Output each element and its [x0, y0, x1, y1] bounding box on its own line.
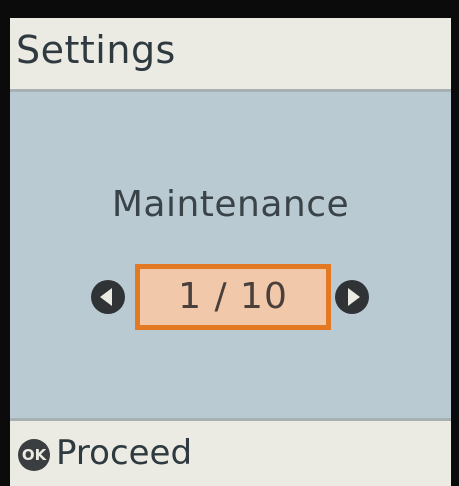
right-arrow-circle-icon[interactable]	[334, 279, 370, 315]
right-arrow-svg	[335, 280, 369, 314]
page-indicator: 1 / 10	[135, 264, 331, 330]
proceed-label: Proceed	[56, 433, 193, 473]
pager: 1 / 10	[10, 264, 451, 330]
printer-device-frame: Settings Maintenance 1 / 10 OK Proceed	[0, 0, 459, 486]
page-indicator-text: 1 / 10	[178, 276, 288, 317]
ok-button-icon[interactable]: OK	[18, 439, 50, 471]
lcd-screen: Settings Maintenance 1 / 10 OK Proceed	[10, 18, 451, 486]
menu-item-title: Maintenance	[111, 184, 350, 225]
page-title: Settings	[16, 28, 176, 72]
left-arrow-circle-icon[interactable]	[90, 279, 126, 315]
footer-bar: OK Proceed	[10, 418, 451, 486]
left-arrow-svg	[91, 280, 125, 314]
main-content: Maintenance 1 / 10	[10, 92, 451, 418]
title-bar: Settings	[10, 18, 451, 92]
